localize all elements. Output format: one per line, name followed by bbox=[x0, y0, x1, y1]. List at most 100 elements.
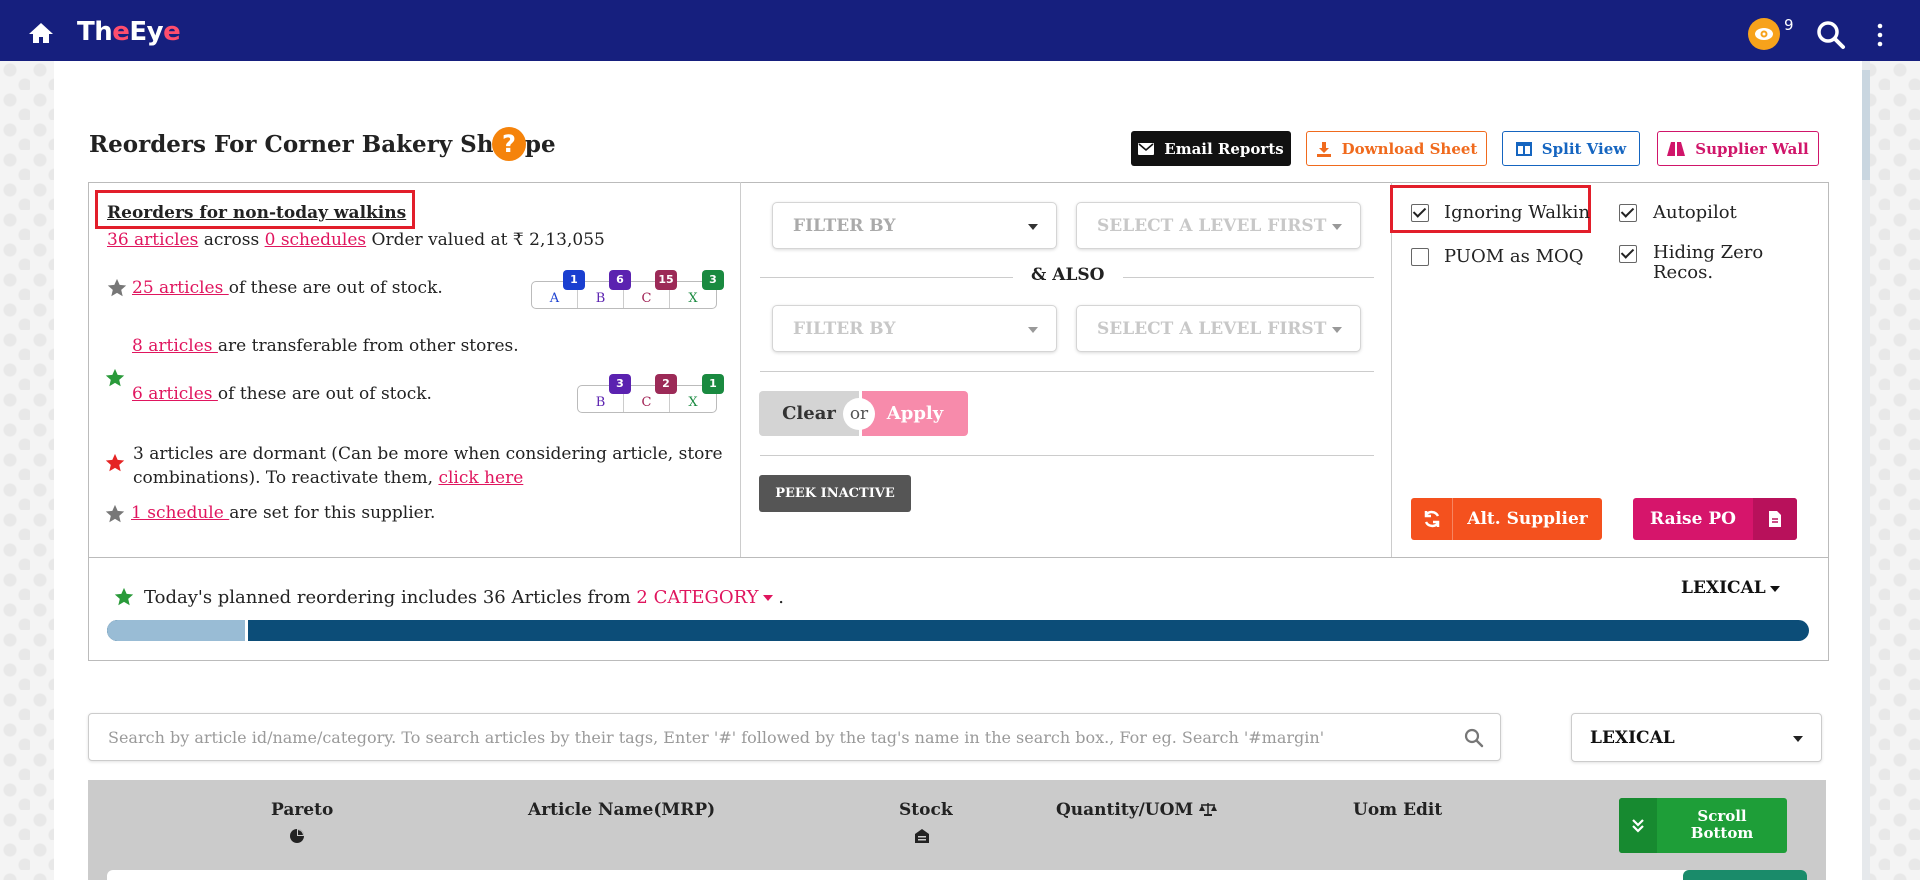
category-progress-bar[interactable] bbox=[107, 620, 1809, 641]
pie-chart-icon bbox=[290, 829, 304, 843]
grade-cell-b[interactable]: B3 bbox=[578, 374, 631, 412]
ignoring-walkin-checkbox[interactable] bbox=[1411, 204, 1429, 222]
column-header-quantity[interactable]: Quantity/UOM bbox=[1056, 800, 1218, 820]
page-title: Reorders For Corner Bakery Shoppe bbox=[89, 131, 556, 158]
grade-cell-c[interactable]: C 15 bbox=[624, 270, 677, 308]
grey-star-icon bbox=[107, 278, 127, 297]
more-menu-icon[interactable] bbox=[1872, 22, 1888, 48]
column-header-uom-edit[interactable]: Uom Edit bbox=[1353, 800, 1442, 820]
divider bbox=[760, 455, 1374, 456]
caret-down-icon bbox=[762, 595, 773, 601]
caret-down-icon bbox=[1769, 585, 1780, 592]
grade-label: X bbox=[688, 395, 698, 410]
ignoring-walkin-label: Ignoring Walkin bbox=[1444, 202, 1590, 223]
sort-select[interactable]: LEXICAL bbox=[1571, 713, 1822, 762]
grade-cell-c[interactable]: C2 bbox=[624, 374, 677, 412]
out-of-stock-link[interactable]: 25 articles bbox=[132, 278, 229, 298]
help-icon[interactable]: ? bbox=[492, 127, 526, 161]
puom-as-moq-checkbox[interactable] bbox=[1411, 248, 1429, 266]
schedule-line: 1 schedule are set for this supplier. bbox=[131, 503, 436, 523]
and-also-label: & ALSO bbox=[1013, 265, 1123, 285]
app-logo[interactable]: TheEye bbox=[77, 17, 181, 47]
planned-sort-dropdown[interactable]: LEXICAL bbox=[1681, 578, 1780, 598]
schedule-link[interactable]: 1 schedule bbox=[131, 503, 229, 523]
section-title[interactable]: Reorders for non-today walkins bbox=[107, 203, 406, 223]
reactivate-link[interactable]: click here bbox=[438, 468, 523, 488]
raise-po-button[interactable]: Raise PO bbox=[1633, 498, 1797, 540]
grade-breakdown: A 1 B 6 C 15 X 3 bbox=[531, 270, 724, 309]
transfer-out-of-stock-line: 6 articles of these are out of stock. bbox=[132, 384, 432, 404]
summary-line: 36 articles across 0 schedules Order val… bbox=[107, 230, 605, 250]
chevron-down-icon bbox=[1028, 327, 1038, 333]
articles-link[interactable]: 36 articles bbox=[107, 230, 198, 250]
columns-icon bbox=[1515, 141, 1532, 156]
notification-count: 9 bbox=[1784, 16, 1794, 34]
scale-icon bbox=[1199, 803, 1218, 816]
autopilot-checkbox[interactable] bbox=[1619, 204, 1637, 222]
red-star-icon bbox=[105, 453, 125, 472]
article-search-input[interactable]: Search by article id/name/category. To s… bbox=[88, 713, 1501, 761]
envelope-icon bbox=[1138, 142, 1155, 155]
puom-as-moq-label: PUOM as MOQ bbox=[1444, 246, 1584, 267]
panel-divider bbox=[89, 557, 1828, 558]
or-separator: or bbox=[843, 398, 875, 430]
level-select-2[interactable]: SELECT A LEVEL FIRST bbox=[1076, 305, 1361, 352]
hiding-zero-recos-label: Hiding Zero Recos. bbox=[1653, 242, 1764, 283]
autopilot-label: Autopilot bbox=[1653, 202, 1737, 223]
grade-label: X bbox=[688, 291, 698, 306]
transferable-link[interactable]: 8 articles bbox=[132, 336, 218, 356]
split-view-button[interactable]: Split View bbox=[1502, 131, 1640, 166]
category-dropdown[interactable]: 2 CATEGORY bbox=[636, 587, 773, 608]
double-chevron-down-icon bbox=[1619, 798, 1657, 853]
hiding-zero-recos-checkbox[interactable] bbox=[1619, 245, 1637, 263]
planned-reordering-text: Today's planned reordering includes 36 A… bbox=[144, 587, 784, 608]
grade-label: B bbox=[595, 395, 606, 410]
grade-label: B bbox=[595, 291, 606, 306]
peek-inactive-button[interactable]: PEEK INACTIVE bbox=[759, 475, 911, 512]
scroll-bottom-button[interactable]: Scroll Bottom bbox=[1619, 798, 1787, 853]
grade-label: C bbox=[641, 395, 652, 410]
road-icon bbox=[1667, 141, 1686, 156]
column-header-pareto[interactable]: Pareto bbox=[271, 800, 333, 820]
table-row bbox=[107, 870, 1807, 880]
panel-divider bbox=[1391, 182, 1392, 557]
chevron-down-icon bbox=[1028, 224, 1038, 230]
email-reports-button[interactable]: Email Reports bbox=[1131, 131, 1291, 166]
chevron-down-icon bbox=[1793, 736, 1803, 742]
grade-breakdown: B3C2X1 bbox=[577, 374, 724, 413]
download-sheet-button[interactable]: Download Sheet bbox=[1306, 131, 1487, 166]
grade-label: C bbox=[641, 291, 652, 306]
grade-cell-a[interactable]: A1 bbox=[532, 270, 585, 308]
column-header-article[interactable]: Article Name(MRP) bbox=[528, 800, 715, 820]
green-star-icon bbox=[114, 587, 134, 606]
grade-cell-x[interactable]: X1 bbox=[670, 374, 724, 412]
filter-by-select-1[interactable]: FILTER BY bbox=[772, 202, 1057, 249]
row-action-edge bbox=[1683, 870, 1807, 880]
supplier-wall-button[interactable]: Supplier Wall bbox=[1657, 131, 1819, 166]
grade-cell-b[interactable]: B6 bbox=[578, 270, 631, 308]
grade-count-badge: 1 bbox=[702, 374, 724, 394]
filter-by-select-2[interactable]: FILTER BY bbox=[772, 305, 1057, 352]
panel-divider bbox=[740, 182, 741, 557]
warehouse-icon bbox=[915, 829, 929, 843]
category-progress-segment[interactable] bbox=[107, 620, 248, 641]
download-icon bbox=[1316, 141, 1331, 157]
schedules-link[interactable]: 0 schedules bbox=[265, 230, 367, 250]
scrollbar-thumb[interactable] bbox=[1862, 70, 1870, 180]
alt-supplier-button[interactable]: Alt. Supplier bbox=[1411, 498, 1602, 540]
refresh-icon bbox=[1411, 498, 1453, 540]
chevron-down-icon bbox=[1332, 224, 1342, 230]
scrollbar-track[interactable] bbox=[1862, 61, 1870, 880]
transfer-out-of-stock-link[interactable]: 6 articles bbox=[132, 384, 218, 404]
green-star-icon bbox=[105, 368, 125, 387]
search-icon[interactable] bbox=[1464, 728, 1484, 748]
apply-button[interactable]: Apply bbox=[862, 391, 968, 436]
search-icon[interactable] bbox=[1816, 20, 1846, 50]
home-icon[interactable] bbox=[28, 22, 54, 44]
column-header-stock[interactable]: Stock bbox=[899, 800, 953, 820]
grade-cell-x[interactable]: X3 bbox=[670, 270, 724, 308]
chevron-down-icon bbox=[1332, 327, 1342, 333]
eye-notification-icon[interactable] bbox=[1748, 18, 1780, 50]
grade-count-badge: 3 bbox=[702, 270, 724, 290]
level-select-1[interactable]: SELECT A LEVEL FIRST bbox=[1076, 202, 1361, 249]
